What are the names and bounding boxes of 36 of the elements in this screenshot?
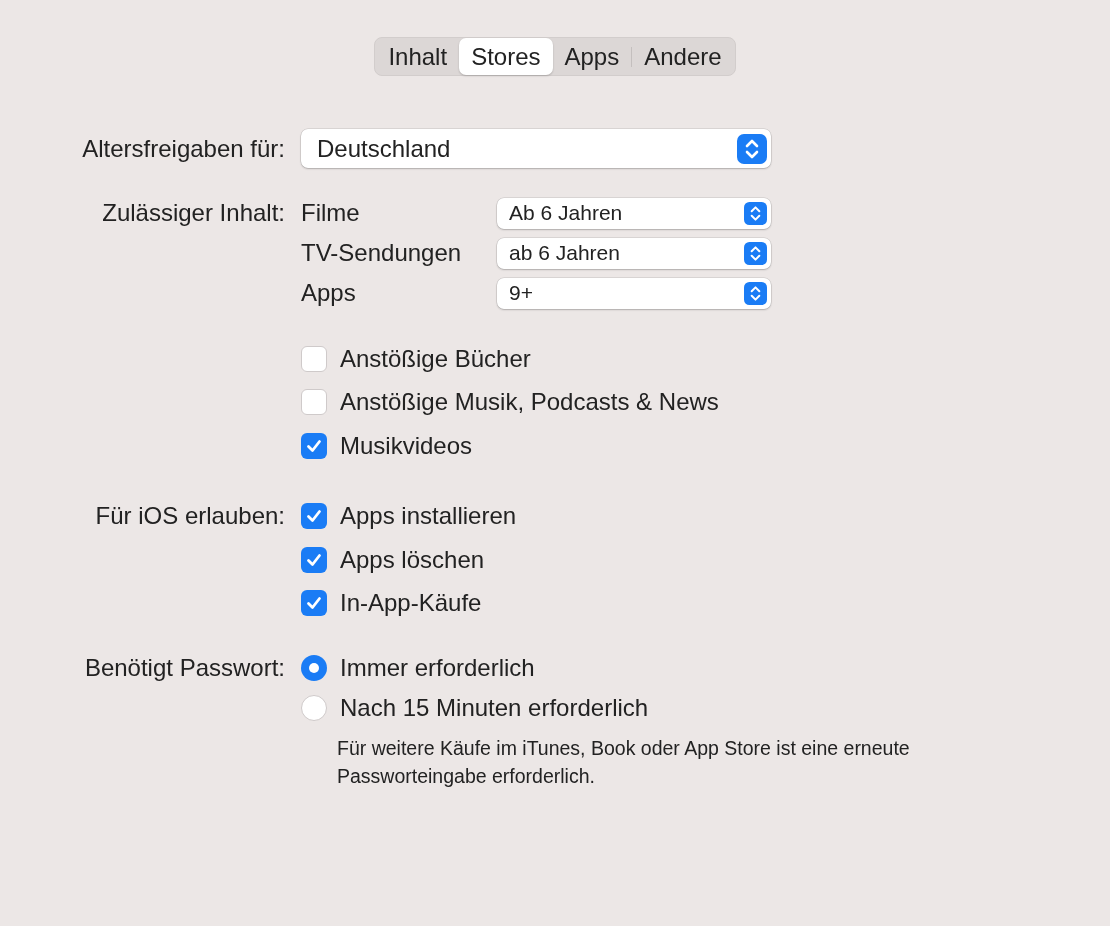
checkbox-label: Anstößige Musik, Podcasts & News [340, 388, 719, 417]
checkbox[interactable] [301, 546, 327, 573]
checkbox-label: Apps löschen [340, 545, 485, 574]
rating-label: Filme [301, 199, 361, 227]
stepper-icon [744, 201, 767, 225]
section-label: Für iOS erlauben: [95, 502, 285, 531]
note-text: Für weitere Käufe im iTunes, Book oder App Store ist eine erneute Passworteingabe erforderlich. [337, 736, 911, 789]
rating-popup[interactable]: 9+ [497, 277, 771, 309]
checkbox-label: In-App-Käufe [340, 589, 482, 618]
stepper-icon [744, 281, 767, 305]
checkbox[interactable] [301, 432, 327, 459]
checkbox[interactable] [301, 345, 327, 372]
checkbox-label: Anstößige Bücher [340, 344, 531, 373]
rating-popup[interactable]: ab 6 Jahren [497, 237, 771, 269]
checkbox-label: Apps installieren [340, 502, 517, 531]
stepper-icon [737, 133, 767, 164]
checkbox-label: Musikvideos [340, 431, 473, 460]
section-label: Altersfreigaben für: [82, 134, 285, 163]
tab[interactable]: Andere [632, 38, 734, 75]
rating-label: Apps [301, 279, 357, 307]
radio-button[interactable] [301, 655, 327, 681]
checkbox[interactable] [301, 389, 327, 416]
radio-button[interactable] [301, 695, 327, 721]
tab[interactable]: Stores [459, 38, 553, 75]
country-popup[interactable]: Deutschland [301, 129, 771, 168]
section-label: Benötigt Passwort: [84, 654, 285, 682]
radio-label: Nach 15 Minuten erforderlich [340, 694, 649, 722]
rating-label: TV-Sendungen [301, 239, 463, 267]
section-label: Zulässiger Inhalt: [102, 199, 285, 227]
tab[interactable]: Apps [552, 38, 632, 75]
tab[interactable]: Inhalt [376, 38, 460, 75]
radio-label: Immer erforderlich [340, 654, 535, 682]
checkbox[interactable] [301, 503, 327, 530]
stepper-icon [744, 241, 767, 265]
rating-popup[interactable]: Ab 6 Jahren [497, 197, 771, 229]
checkbox[interactable] [301, 590, 327, 617]
